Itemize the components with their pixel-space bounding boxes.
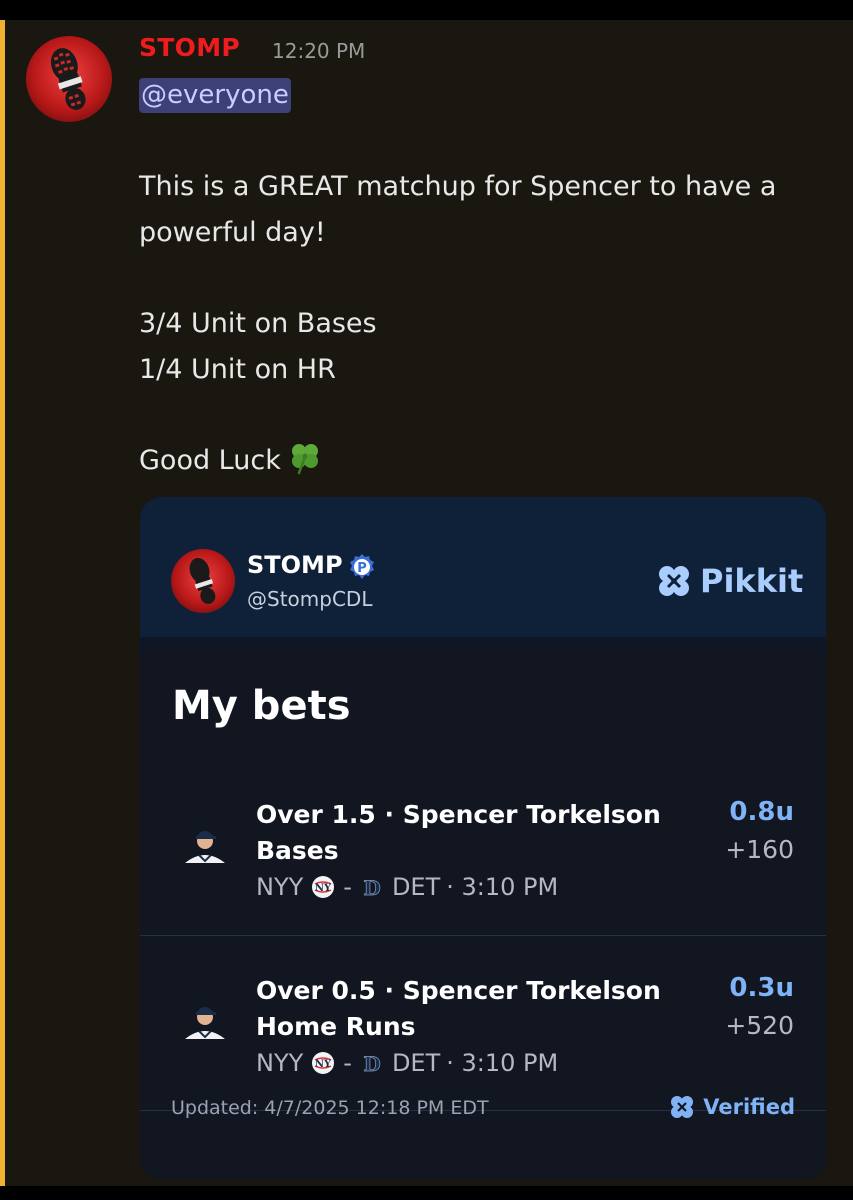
pikkit-brand-name: Pikkit: [700, 562, 804, 600]
top-edge: [0, 0, 853, 20]
author-avatar[interactable]: [26, 36, 112, 122]
boot-print-icon: [171, 549, 235, 613]
bet-matchup: NYY NY - D DET · 3:10 PM: [256, 1049, 558, 1077]
card-header: STOMP P @StompCDL Pikkit: [140, 497, 826, 637]
player-avatar-icon: [182, 995, 228, 1041]
game-time: · 3:10 PM: [446, 873, 559, 901]
bet-units: 0.8u: [729, 797, 794, 827]
chat-message[interactable]: STOMP 12:20 PM @everyone This is a GREAT…: [0, 20, 853, 1186]
matchup-separator: -: [343, 873, 352, 901]
away-team: NYY: [256, 1049, 304, 1077]
bet-units: 0.3u: [729, 973, 794, 1003]
home-team: DET: [391, 1049, 441, 1077]
yankees-logo-icon: NY: [311, 1051, 335, 1075]
player-avatar-icon: [182, 819, 228, 865]
mention-highlight-bar: [0, 20, 5, 1186]
bottom-edge: [0, 1186, 853, 1200]
bet-title: Over 1.5 · Spencer Torkelson Bases: [256, 800, 661, 865]
svg-text:D: D: [363, 876, 380, 899]
message-line-3: 3/4 Unit on Bases: [139, 308, 377, 339]
verified-clover-icon: [668, 1093, 696, 1121]
verified-badge-icon: P: [348, 553, 376, 581]
verified-label: Verified: [703, 1095, 795, 1119]
tigers-logo-icon: D: [360, 875, 384, 901]
message-line-2: powerful day!: [139, 217, 326, 248]
bet-row[interactable]: Over 0.5 · Spencer Torkelson Home Runs 0…: [140, 973, 826, 1091]
yankees-logo-icon: NY: [311, 875, 335, 899]
verified-status[interactable]: Verified: [668, 1093, 795, 1121]
author-name[interactable]: STOMP: [139, 33, 240, 62]
home-team: DET: [391, 873, 441, 901]
pikkit-brand[interactable]: Pikkit: [655, 560, 803, 602]
message-line-5: Good Luck: [139, 438, 323, 484]
bet-odds: +160: [725, 835, 794, 864]
svg-text:D: D: [363, 1052, 380, 1075]
matchup-separator: -: [343, 1049, 352, 1077]
bet-divider: [140, 935, 826, 936]
svg-text:P: P: [357, 561, 367, 576]
tigers-logo-icon: D: [360, 1051, 384, 1077]
svg-text:NY: NY: [315, 883, 332, 894]
updated-timestamp: Updated: 4/7/2025 12:18 PM EDT: [171, 1097, 489, 1119]
message-line-1: This is a GREAT matchup for Spencer to h…: [139, 171, 777, 202]
bet-title: Over 0.5 · Spencer Torkelson Home Runs: [256, 976, 661, 1041]
pikkit-clover-icon: [655, 562, 693, 600]
pikkit-bet-card[interactable]: STOMP P @StompCDL Pikkit My bets Over 1.…: [140, 497, 826, 1180]
card-user-name: STOMP: [247, 551, 343, 579]
game-time: · 3:10 PM: [446, 1049, 559, 1077]
bet-matchup: NYY NY - D DET · 3:10 PM: [256, 873, 558, 901]
bet-row[interactable]: Over 1.5 · Spencer Torkelson Bases 0.8u …: [140, 797, 826, 915]
svg-text:NY: NY: [315, 1059, 332, 1070]
boot-print-icon: [26, 36, 112, 122]
card-avatar: [171, 549, 235, 613]
four-leaf-clover-icon: [287, 439, 323, 475]
my-bets-title: My bets: [172, 683, 351, 729]
good-luck-text: Good Luck: [139, 445, 281, 476]
everyone-mention[interactable]: @everyone: [139, 78, 291, 113]
card-user-handle: @StompCDL: [247, 587, 373, 611]
message-line-4: 1/4 Unit on HR: [139, 354, 336, 385]
away-team: NYY: [256, 873, 304, 901]
card-body: My bets Over 1.5 · Spencer Torkelson Bas…: [140, 645, 826, 1180]
message-timestamp: 12:20 PM: [272, 39, 366, 63]
bet-odds: +520: [725, 1011, 794, 1040]
